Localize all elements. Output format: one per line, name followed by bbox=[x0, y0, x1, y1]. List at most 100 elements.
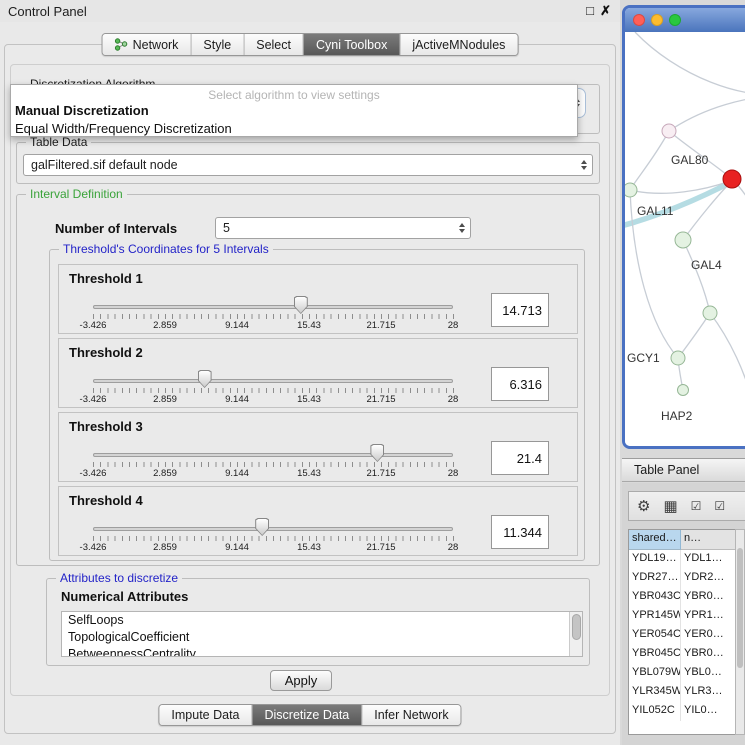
table-panel-header[interactable]: Table Panel bbox=[622, 458, 745, 482]
scale-label: 15.43 bbox=[297, 468, 321, 479]
tab-jactivemnodules[interactable]: jActiveMNodules bbox=[399, 34, 517, 55]
slider-scale: -3.426 2.859 9.144 15.43 21.715 28 bbox=[93, 468, 453, 480]
table-row[interactable]: YDR27…YDR2… bbox=[629, 569, 735, 588]
tab-impute-data-label: Impute Data bbox=[171, 708, 239, 722]
tab-style-label: Style bbox=[203, 38, 231, 52]
scale-label: -3.426 bbox=[80, 542, 107, 553]
scale-label: 28 bbox=[448, 394, 459, 405]
node-circle[interactable] bbox=[678, 385, 689, 396]
scale-label: 21.715 bbox=[366, 468, 395, 479]
zoom-traffic-light-icon[interactable] bbox=[669, 14, 681, 26]
cell: YBR043C bbox=[629, 588, 681, 607]
table-row[interactable]: YER054CYER0… bbox=[629, 626, 735, 645]
tab-select[interactable]: Select bbox=[243, 34, 303, 55]
node-label: GAL80 bbox=[671, 153, 709, 167]
select-none-checkbox-icon[interactable]: ☑ bbox=[714, 500, 725, 512]
node-circle[interactable] bbox=[703, 306, 717, 320]
selected-node-circle[interactable] bbox=[723, 170, 741, 188]
node-circle[interactable] bbox=[662, 124, 676, 138]
network-window-titlebar[interactable] bbox=[625, 8, 745, 32]
threshold-4-slider-thumb[interactable] bbox=[255, 518, 269, 536]
node-label: GCY1 bbox=[627, 351, 660, 365]
list-item[interactable]: BetweennessCentrality bbox=[62, 646, 582, 657]
node-label: HAP2 bbox=[661, 409, 693, 423]
node-circle[interactable] bbox=[675, 232, 691, 248]
columns-icon[interactable]: ▦ bbox=[663, 499, 677, 514]
table-panel-toolbar: ⚙ ▦ ☑ ☑ bbox=[628, 491, 745, 521]
dropdown-option-manual-discretization[interactable]: Manual Discretization bbox=[11, 102, 577, 120]
table-row[interactable]: YBR045CYBR0… bbox=[629, 645, 735, 664]
cell: YER054C bbox=[629, 626, 681, 645]
tab-infer-network-label: Infer Network bbox=[374, 708, 448, 722]
tab-discretize-data[interactable]: Discretize Data bbox=[252, 705, 362, 725]
scale-label: 2.859 bbox=[153, 542, 177, 553]
column-header-name[interactable]: n… bbox=[681, 530, 735, 550]
table-row[interactable]: YBR043CYBR0… bbox=[629, 588, 735, 607]
tab-network-label: Network bbox=[133, 38, 179, 52]
tab-network[interactable]: Network bbox=[103, 34, 191, 55]
slider-tick-marks bbox=[93, 388, 454, 393]
scale-label: 2.859 bbox=[153, 320, 177, 331]
slider-tick-marks bbox=[93, 536, 454, 541]
threshold-1-value-field[interactable]: 14.713 bbox=[491, 293, 549, 327]
scrollbar-thumb[interactable] bbox=[572, 614, 581, 640]
scrollbar-thumb[interactable] bbox=[737, 548, 743, 668]
threshold-4-label: Threshold 4 bbox=[69, 493, 143, 508]
threshold-3-slider-thumb[interactable] bbox=[370, 444, 384, 462]
close-window-icon[interactable]: ✗ bbox=[600, 3, 611, 19]
table-panel-title: Table Panel bbox=[634, 463, 699, 477]
number-of-intervals-label: Number of Intervals bbox=[55, 221, 177, 236]
select-all-checkbox-icon[interactable]: ☑ bbox=[691, 500, 702, 512]
node-circle[interactable] bbox=[625, 183, 637, 197]
cell: YDR2… bbox=[681, 569, 735, 588]
tab-cyni-toolbox[interactable]: Cyni Toolbox bbox=[303, 34, 399, 55]
network-canvas[interactable]: GAL80 GAL11 GAL4 GCY1 HAP2 bbox=[625, 32, 745, 446]
scale-label: 21.715 bbox=[366, 394, 395, 405]
thresholds-group: Threshold's Coordinates for 5 Intervals … bbox=[49, 249, 585, 561]
threshold-2-slider-thumb[interactable] bbox=[198, 370, 212, 388]
tab-style[interactable]: Style bbox=[190, 34, 243, 55]
gear-icon[interactable]: ⚙ bbox=[637, 499, 650, 514]
table-scrollbar[interactable] bbox=[735, 529, 745, 735]
threshold-1-slider-thumb[interactable] bbox=[294, 296, 308, 314]
list-item[interactable]: TopologicalCoefficient bbox=[62, 629, 582, 646]
table-row[interactable]: YIL052CYIL0… bbox=[629, 702, 735, 721]
table-row[interactable]: YLR345WYLR3… bbox=[629, 683, 735, 702]
scale-label: 2.859 bbox=[153, 468, 177, 479]
control-panel-titlebar[interactable]: Control Panel □ ✗ bbox=[0, 0, 620, 22]
threshold-4-value-field[interactable]: 11.344 bbox=[491, 515, 549, 549]
table-row[interactable]: YBL079WYBL0… bbox=[629, 664, 735, 683]
number-of-intervals-combobox[interactable]: 5 bbox=[215, 217, 471, 239]
tab-impute-data[interactable]: Impute Data bbox=[159, 705, 251, 725]
table-row[interactable]: YPR145WYPR1… bbox=[629, 607, 735, 626]
interval-definition-group-title: Interval Definition bbox=[26, 187, 127, 201]
scale-label: -3.426 bbox=[80, 394, 107, 405]
scale-label: 28 bbox=[448, 468, 459, 479]
float-window-icon[interactable]: □ bbox=[586, 3, 594, 19]
threshold-2-row: Threshold 2 -3.426 2.859 9.144 15.43 21.… bbox=[58, 338, 578, 408]
list-scrollbar[interactable] bbox=[569, 612, 582, 656]
scale-label: 9.144 bbox=[225, 394, 249, 405]
dropdown-option-equal-width-frequency[interactable]: Equal Width/Frequency Discretization bbox=[11, 120, 577, 138]
tab-infer-network[interactable]: Infer Network bbox=[361, 705, 460, 725]
list-item[interactable]: SelfLoops bbox=[62, 612, 582, 629]
scale-label: 15.43 bbox=[297, 320, 321, 331]
minimize-traffic-light-icon[interactable] bbox=[651, 14, 663, 26]
cell: YDR27… bbox=[629, 569, 681, 588]
control-panel-tabbar: Network Style Select Cyni Toolbox jActiv… bbox=[102, 33, 519, 56]
cell: YLR3… bbox=[681, 683, 735, 702]
apply-button[interactable]: Apply bbox=[270, 670, 332, 691]
column-header-shared-name[interactable]: shared… bbox=[629, 530, 681, 550]
cell: YIL0… bbox=[681, 702, 735, 721]
scale-label: 15.43 bbox=[297, 542, 321, 553]
close-traffic-light-icon[interactable] bbox=[633, 14, 645, 26]
node-circle[interactable] bbox=[671, 351, 685, 365]
table-row[interactable]: YDL19…YDL1… bbox=[629, 550, 735, 569]
network-view-window[interactable]: GAL80 GAL11 GAL4 GCY1 HAP2 bbox=[622, 5, 745, 449]
threshold-3-value-field[interactable]: 21.4 bbox=[491, 441, 549, 475]
stepper-icon bbox=[581, 160, 587, 170]
threshold-2-value-field[interactable]: 6.316 bbox=[491, 367, 549, 401]
table-data-combobox[interactable]: galFiltered.sif default node bbox=[23, 154, 593, 176]
cyni-bottom-tabbar: Impute Data Discretize Data Infer Networ… bbox=[158, 704, 461, 726]
cell: YPR145W bbox=[629, 607, 681, 626]
